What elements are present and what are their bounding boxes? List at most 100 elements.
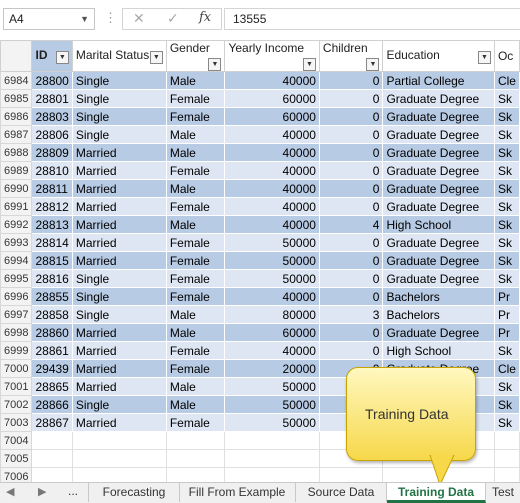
occupation-cell[interactable]: Sk: [493, 269, 520, 288]
id-cell[interactable]: 28865: [31, 377, 73, 396]
gender-cell[interactable]: Female: [165, 269, 226, 288]
tab-fill-from-example[interactable]: Fill From Example: [179, 483, 296, 502]
occupation-cell[interactable]: Pr: [493, 323, 520, 342]
row-number[interactable]: 6990: [0, 179, 33, 198]
yearly-income-cell[interactable]: 40000: [224, 215, 320, 234]
marital-status-cell[interactable]: Married: [71, 233, 167, 252]
id-cell[interactable]: 28812: [31, 197, 73, 216]
header-yearly-income[interactable]: Yearly Income ▼: [224, 40, 320, 72]
row-number[interactable]: 6996: [0, 287, 33, 306]
children-cell[interactable]: 0: [318, 269, 384, 288]
header-id[interactable]: ID ▼: [31, 40, 73, 72]
yearly-income-cell[interactable]: 20000: [224, 359, 320, 378]
empty-cell[interactable]: [493, 431, 520, 450]
row-number[interactable]: 6985: [0, 89, 33, 108]
enter-icon[interactable]: ✓: [167, 10, 179, 27]
yearly-income-cell[interactable]: 50000: [224, 395, 320, 414]
marital-status-cell[interactable]: Single: [71, 71, 167, 90]
education-cell[interactable]: Partial College: [382, 71, 495, 90]
children-cell[interactable]: 4: [318, 215, 384, 234]
yearly-income-cell[interactable]: 40000: [224, 71, 320, 90]
gender-cell[interactable]: Male: [165, 143, 226, 162]
occupation-cell[interactable]: Sk: [493, 125, 520, 144]
id-cell[interactable]: 28860: [31, 323, 73, 342]
id-cell[interactable]: 28810: [31, 161, 73, 180]
id-cell[interactable]: 28801: [31, 89, 73, 108]
education-cell[interactable]: Graduate Degree: [382, 323, 495, 342]
id-cell[interactable]: 28800: [31, 71, 73, 90]
yearly-income-cell[interactable]: 40000: [224, 143, 320, 162]
education-cell[interactable]: Graduate Degree: [382, 107, 495, 126]
filter-dropdown-icon[interactable]: ▼: [366, 58, 380, 71]
id-cell[interactable]: 28866: [31, 395, 73, 414]
scroll-left-icon[interactable]: ◀: [6, 485, 14, 498]
gender-cell[interactable]: Female: [165, 89, 226, 108]
marital-status-cell[interactable]: Married: [71, 143, 167, 162]
chevron-down-icon[interactable]: ▼: [80, 9, 89, 29]
row-number[interactable]: 6998: [0, 323, 33, 342]
id-cell[interactable]: 28858: [31, 305, 73, 324]
filter-dropdown-icon[interactable]: ▼: [55, 51, 69, 64]
yearly-income-cell[interactable]: 40000: [224, 287, 320, 306]
row-number[interactable]: 6986: [0, 107, 33, 126]
marital-status-cell[interactable]: Married: [71, 413, 167, 432]
occupation-cell[interactable]: Sk: [493, 341, 520, 360]
occupation-cell[interactable]: Sk: [493, 89, 520, 108]
insert-function-icon[interactable]: fx: [199, 10, 211, 25]
marital-status-cell[interactable]: Single: [71, 107, 167, 126]
children-cell[interactable]: 0: [318, 341, 384, 360]
gender-cell[interactable]: Female: [165, 287, 226, 306]
occupation-cell[interactable]: Sk: [493, 233, 520, 252]
row-number[interactable]: 7003: [0, 413, 33, 432]
empty-cell[interactable]: [224, 431, 320, 450]
yearly-income-cell[interactable]: 50000: [224, 251, 320, 270]
header-marital-status[interactable]: Marital Status ▼: [71, 40, 167, 72]
marital-status-cell[interactable]: Married: [71, 341, 167, 360]
marital-status-cell[interactable]: Single: [71, 287, 167, 306]
tab-source-data[interactable]: Source Data: [296, 483, 387, 502]
occupation-cell[interactable]: Sk: [493, 215, 520, 234]
empty-cell[interactable]: [224, 449, 320, 468]
occupation-cell[interactable]: Sk: [493, 197, 520, 216]
more-options-icon[interactable]: ⋮: [104, 10, 117, 26]
tab-forecasting[interactable]: Forecasting: [88, 483, 180, 502]
children-cell[interactable]: 0: [318, 323, 384, 342]
id-cell[interactable]: 28803: [31, 107, 73, 126]
children-cell[interactable]: 0: [318, 179, 384, 198]
gender-cell[interactable]: Female: [165, 251, 226, 270]
id-cell[interactable]: 29439: [31, 359, 73, 378]
row-number[interactable]: 6991: [0, 197, 33, 216]
marital-status-cell[interactable]: Single: [71, 305, 167, 324]
occupation-cell[interactable]: Sk: [493, 395, 520, 414]
education-cell[interactable]: Graduate Degree: [382, 161, 495, 180]
gender-cell[interactable]: Male: [165, 305, 226, 324]
children-cell[interactable]: 0: [318, 233, 384, 252]
filter-dropdown-icon[interactable]: ▼: [477, 51, 491, 64]
gender-cell[interactable]: Male: [165, 323, 226, 342]
marital-status-cell[interactable]: Married: [71, 251, 167, 270]
id-cell[interactable]: 28811: [31, 179, 73, 198]
gender-cell[interactable]: Male: [165, 71, 226, 90]
occupation-cell[interactable]: Sk: [493, 143, 520, 162]
row-number[interactable]: 6984: [0, 71, 33, 90]
row-number[interactable]: 7000: [0, 359, 33, 378]
gender-cell[interactable]: Female: [165, 233, 226, 252]
marital-status-cell[interactable]: Single: [71, 125, 167, 144]
occupation-cell[interactable]: Sk: [493, 161, 520, 180]
children-cell[interactable]: 0: [318, 287, 384, 306]
yearly-income-cell[interactable]: 60000: [224, 323, 320, 342]
marital-status-cell[interactable]: Single: [71, 395, 167, 414]
yearly-income-cell[interactable]: 50000: [224, 413, 320, 432]
id-cell[interactable]: 28809: [31, 143, 73, 162]
row-number[interactable]: 6992: [0, 215, 33, 234]
empty-cell[interactable]: [165, 449, 226, 468]
more-sheets-button[interactable]: ...: [68, 484, 78, 498]
marital-status-cell[interactable]: Married: [71, 215, 167, 234]
occupation-cell[interactable]: Sk: [493, 107, 520, 126]
cancel-icon[interactable]: ✕: [133, 10, 145, 27]
gender-cell[interactable]: Female: [165, 197, 226, 216]
education-cell[interactable]: Graduate Degree: [382, 143, 495, 162]
empty-cell[interactable]: [71, 431, 167, 450]
row-number[interactable]: 6997: [0, 305, 33, 324]
yearly-income-cell[interactable]: 40000: [224, 161, 320, 180]
